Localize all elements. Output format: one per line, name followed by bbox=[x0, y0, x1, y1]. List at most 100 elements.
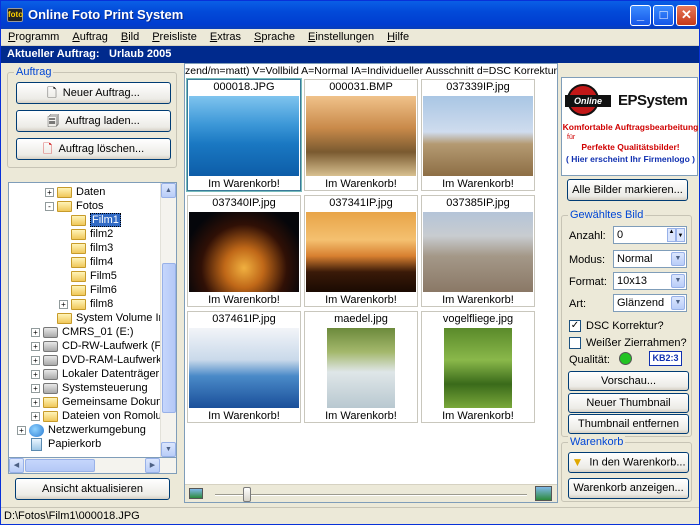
tree-item[interactable]: + Lokaler Datenträger (H:) bbox=[31, 367, 176, 381]
format-select[interactable]: 10x13 ▼ bbox=[613, 272, 687, 290]
menu-hilfe[interactable]: Hilfe bbox=[380, 29, 415, 43]
thumbnail-image[interactable] bbox=[444, 328, 512, 408]
thumbnail-card[interactable]: 037385IP.jpg Im Warenkorb! bbox=[421, 195, 535, 307]
thumbnail-card[interactable]: 037339IP.jpg Im Warenkorb! bbox=[421, 79, 535, 191]
thumbnail-card[interactable]: 000018.JPG Im Warenkorb! bbox=[187, 79, 301, 191]
tree-item[interactable]: System Volume Infor bbox=[45, 311, 176, 325]
new-thumbnail-button[interactable]: Neuer Thumbnail bbox=[568, 393, 689, 413]
tree-item[interactable]: Film1 bbox=[59, 213, 121, 227]
thumbnail-image[interactable] bbox=[189, 328, 299, 408]
mark-all-images-button[interactable]: Alle Bilder markieren... bbox=[567, 179, 688, 201]
preview-button[interactable]: Vorschau... bbox=[568, 371, 689, 391]
expand-icon[interactable]: + bbox=[31, 327, 40, 337]
finish-select[interactable]: Glänzend ▼ bbox=[613, 294, 687, 312]
thumbnail-image[interactable] bbox=[189, 212, 299, 292]
title-bar[interactable]: foto Online Foto Print System _ □ ✕ bbox=[1, 1, 699, 29]
thumbnail-card[interactable]: 037341IP.jpg Im Warenkorb! bbox=[304, 195, 418, 307]
expand-icon[interactable]: + bbox=[31, 411, 40, 421]
scroll-right-arrow-icon[interactable]: ▶ bbox=[145, 458, 160, 473]
dsc-correction-checkbox[interactable]: ✓ bbox=[569, 320, 581, 332]
format-value: 10x13 bbox=[617, 275, 647, 287]
tree-item[interactable]: film3 bbox=[59, 241, 113, 255]
load-order-button[interactable]: 🗐 Auftrag laden... bbox=[16, 110, 171, 132]
expand-icon[interactable]: + bbox=[31, 397, 40, 407]
menu-bild[interactable]: Bild bbox=[114, 29, 145, 43]
zoom-slider-thumb[interactable] bbox=[243, 487, 251, 502]
thumbnail-image[interactable] bbox=[423, 96, 533, 176]
maximize-button[interactable]: □ bbox=[653, 5, 674, 26]
stepper-down-icon[interactable]: ▼ bbox=[676, 228, 685, 242]
tree-item[interactable]: + Netzwerkumgebung bbox=[17, 423, 146, 437]
remove-thumbnail-button[interactable]: Thumbnail entfernen bbox=[568, 414, 689, 434]
app-icon[interactable]: foto bbox=[7, 8, 23, 22]
tree-item[interactable]: + CMRS_01 (E:) bbox=[31, 325, 134, 339]
tree-item[interactable]: film4 bbox=[59, 255, 113, 269]
tree-item[interactable]: + Gemeinsame Dokumente bbox=[31, 395, 176, 409]
tree-item[interactable]: - Fotos bbox=[45, 199, 104, 213]
stepper-up-icon[interactable]: ▲ bbox=[667, 228, 676, 242]
logo-eps-text: EPSystem bbox=[618, 92, 688, 109]
new-order-button[interactable]: 🗋 Neuer Auftrag... bbox=[16, 82, 171, 104]
add-to-basket-button[interactable]: ▼ In den Warenkorb... bbox=[568, 452, 689, 473]
scroll-left-arrow-icon[interactable]: ◀ bbox=[9, 458, 24, 473]
tree-item[interactable]: + Systemsteuerung bbox=[31, 381, 148, 395]
expand-icon[interactable]: + bbox=[31, 383, 40, 393]
tree-item[interactable]: Film6 bbox=[59, 283, 117, 297]
thumbnail-image[interactable] bbox=[306, 96, 416, 176]
folder-icon bbox=[71, 256, 86, 268]
tree-item[interactable]: + Daten bbox=[45, 185, 105, 199]
expand-icon[interactable]: + bbox=[45, 187, 54, 197]
white-border-checkbox[interactable] bbox=[569, 337, 581, 349]
menu-auftrag[interactable]: Auftrag bbox=[65, 29, 113, 43]
folder-icon bbox=[43, 396, 58, 408]
collapse-icon[interactable]: - bbox=[45, 201, 54, 211]
expand-icon[interactable]: + bbox=[31, 341, 40, 351]
tree-item[interactable]: film2 bbox=[59, 227, 113, 241]
white-border-label: Weißer Zierrahmen? bbox=[586, 337, 687, 349]
chevron-down-icon[interactable]: ▼ bbox=[671, 274, 685, 288]
menu-preisliste[interactable]: Preisliste bbox=[145, 29, 203, 43]
thumbnail-image[interactable] bbox=[189, 96, 299, 176]
zoom-slider-track[interactable] bbox=[215, 494, 527, 496]
expand-icon[interactable]: + bbox=[17, 425, 26, 435]
thumbnail-card[interactable]: vogelfliege.jpg Im Warenkorb! bbox=[421, 311, 535, 423]
thumbnail-card[interactable]: 000031.BMP Im Warenkorb! bbox=[304, 79, 418, 191]
folder-tree[interactable]: Papierkorb + Netzwerkumgebung + Dateien von … bbox=[8, 182, 177, 458]
tree-scroll-thumb[interactable] bbox=[162, 263, 176, 413]
expand-icon[interactable]: + bbox=[31, 355, 40, 365]
quantity-stepper[interactable]: 0 ▲ ▼ bbox=[613, 226, 687, 244]
delete-order-button[interactable]: 🗋 Auftrag löschen... bbox=[16, 138, 171, 160]
thumbnail-card[interactable]: 037461IP.jpg Im Warenkorb! bbox=[187, 311, 301, 423]
expand-icon[interactable]: + bbox=[31, 369, 40, 379]
menu-einstellungen[interactable]: Einstellungen bbox=[301, 29, 380, 43]
thumbnail-image[interactable] bbox=[423, 212, 533, 292]
tree-item[interactable]: + DVD-RAM-Laufwerk (G:) bbox=[31, 353, 176, 367]
thumbnail-card[interactable]: 037340IP.jpg Im Warenkorb! bbox=[187, 195, 301, 307]
close-button[interactable]: ✕ bbox=[676, 5, 697, 26]
minimize-button[interactable]: _ bbox=[630, 5, 651, 26]
menu-sprache[interactable]: Sprache bbox=[247, 29, 301, 43]
scroll-down-arrow-icon[interactable]: ▼ bbox=[161, 442, 176, 457]
tree-item[interactable]: + CD-RW-Laufwerk (F:) bbox=[31, 339, 168, 353]
folder-icon bbox=[57, 200, 72, 212]
thumbnail-image[interactable] bbox=[327, 328, 395, 408]
tree-item[interactable]: + film8 bbox=[59, 297, 113, 311]
tree-vertical-scrollbar[interactable]: ▲ ▼ bbox=[160, 183, 176, 457]
tree-horizontal-scrollbar[interactable]: ◀ ▶ bbox=[8, 458, 177, 474]
thumbnail-image[interactable] bbox=[306, 212, 416, 292]
tree-item[interactable]: Film5 bbox=[59, 269, 117, 283]
expand-icon[interactable]: + bbox=[59, 299, 68, 309]
tree-item[interactable]: + Dateien von Romolus bbox=[31, 409, 167, 423]
refresh-view-button[interactable]: Ansicht aktualisieren bbox=[15, 478, 170, 500]
scroll-up-arrow-icon[interactable]: ▲ bbox=[161, 183, 176, 198]
menu-extras[interactable]: Extras bbox=[203, 29, 247, 43]
show-basket-button[interactable]: Warenkorb anzeigen... bbox=[568, 478, 689, 499]
tree-hscroll-thumb[interactable] bbox=[25, 459, 95, 472]
chevron-down-icon[interactable]: ▼ bbox=[671, 296, 685, 310]
chevron-down-icon[interactable]: ▼ bbox=[671, 252, 685, 266]
mode-select[interactable]: Normal ▼ bbox=[613, 250, 687, 268]
thumbnail-card[interactable]: maedel.jpg Im Warenkorb! bbox=[304, 311, 418, 423]
menu-programm[interactable]: Programm bbox=[1, 29, 65, 43]
mode-label: Modus: bbox=[569, 254, 606, 266]
tree-item[interactable]: Papierkorb bbox=[17, 437, 101, 451]
